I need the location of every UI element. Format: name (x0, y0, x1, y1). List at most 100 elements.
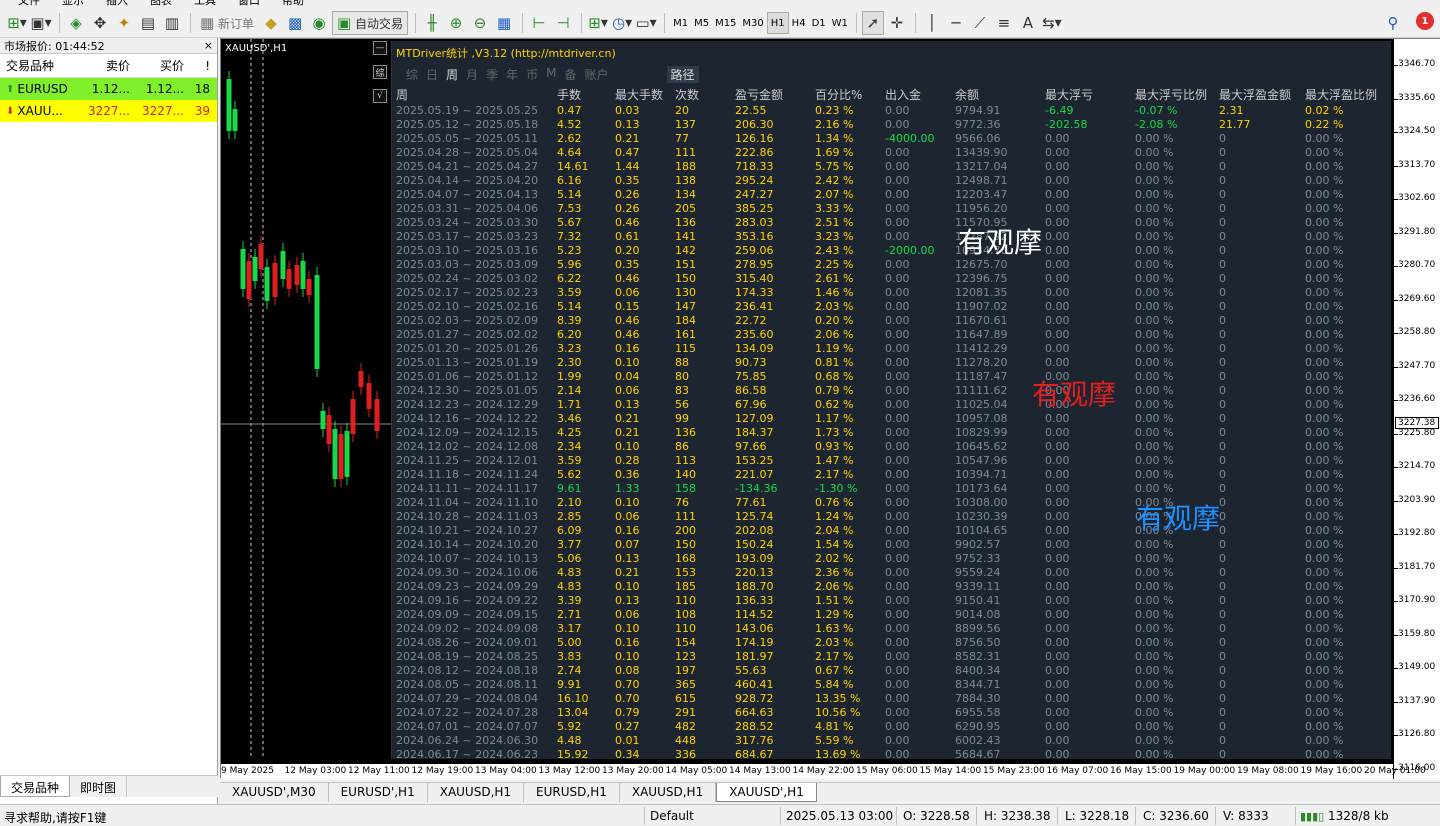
templates-icon[interactable]: ▭ ▾ (635, 11, 657, 35)
vertical-line-icon[interactable]: │ (921, 11, 943, 35)
timeframe-w1[interactable]: W1 (829, 12, 851, 34)
panel-summary-button[interactable]: 综 (373, 65, 387, 79)
chart-window[interactable]: XAUUSD',H1 — 综 √ MTDriver统计 ,V3.12 (http… (220, 38, 1440, 779)
shapes-icon[interactable]: ⇆ ▾ (1041, 11, 1063, 35)
stats-column-header[interactable]: 最大浮盈金额 (1219, 86, 1305, 103)
timeframe-m5[interactable]: M5 (691, 12, 712, 34)
tile-windows-icon[interactable]: ▦ (493, 11, 515, 35)
stats-column-header[interactable]: 最大浮盈比例 (1305, 86, 1391, 103)
chart-tab[interactable]: XAUUSD,H1 (428, 783, 525, 802)
bar-chart-icon[interactable]: ╫ (421, 11, 443, 35)
crosshair-icon[interactable]: ✛ (886, 11, 908, 35)
timeframe-d1[interactable]: D1 (809, 12, 829, 34)
stats-column-header[interactable]: 最大浮亏 (1045, 86, 1135, 103)
periods-icon[interactable]: ◷ ▾ (611, 11, 633, 35)
column-ask[interactable]: 买价 (134, 57, 188, 74)
column-symbol[interactable]: 交易品种 (0, 57, 80, 74)
column-spread[interactable]: ! (188, 59, 214, 73)
panel-tab[interactable]: 综 (406, 66, 418, 83)
stats-row: 2024.12.23 ~ 2024.12.29 1.71 0.13 56 67.96 0.… (396, 397, 1391, 411)
navigator-icon[interactable]: ✥ (89, 11, 111, 35)
chart-tab[interactable]: XAUUSD',M30 (220, 783, 329, 802)
trendline-icon[interactable]: ⟋ (969, 11, 991, 35)
horizontal-line-icon[interactable]: ─ (945, 11, 967, 35)
indicators-icon[interactable]: ⊞ ▾ (587, 11, 609, 35)
stats-column-header[interactable]: 出入金 (885, 86, 955, 103)
tab-tick-chart[interactable]: 即时图 (70, 776, 128, 797)
tester-icon[interactable]: ▥ (161, 11, 183, 35)
stats-cell: 0 (1219, 341, 1226, 355)
panel-tab[interactable]: 日 (426, 66, 438, 83)
market-watch-close-button[interactable]: × (204, 39, 213, 52)
new-chart-icon[interactable]: ⊞ ▾ (6, 11, 28, 35)
panel-tab[interactable]: 年 (506, 66, 518, 83)
status-profile[interactable]: Default (650, 809, 694, 823)
stats-cell: 174.33 (735, 285, 774, 299)
stats-cell: 0.00 (1045, 635, 1070, 649)
stats-cell: 291 (675, 705, 696, 719)
market-icon[interactable]: ◉ (308, 11, 330, 35)
notification-badge[interactable]: 1 (1416, 12, 1434, 30)
text-icon[interactable]: A (1017, 11, 1039, 35)
chart-tab[interactable]: XAUUSD',H1 (716, 783, 817, 802)
panel-check-button[interactable]: √ (373, 89, 387, 103)
panel-tab[interactable]: 月 (466, 66, 478, 83)
timeframe-h1[interactable]: H1 (766, 12, 789, 34)
stats-column-header[interactable]: 余额 (955, 86, 1045, 103)
stats-column-header[interactable]: 次数 (675, 86, 735, 103)
panel-minimize-button[interactable]: — (373, 41, 387, 55)
stats-cell: 5.84 % (815, 677, 854, 691)
metaeditor-icon[interactable]: ◆ (260, 11, 282, 35)
stats-column-header[interactable]: 最大手数 (615, 86, 675, 103)
stats-column-header[interactable]: 手数 (557, 86, 615, 103)
stats-cell: 20 (675, 103, 689, 117)
market-watch-row[interactable]: ⬆ EURUSD 1.12... 1.12... 18 (0, 78, 217, 100)
data-window-icon[interactable]: ✦ (113, 11, 135, 35)
panel-tab[interactable]: 账户 (584, 66, 608, 83)
timeframe-m30[interactable]: M30 (739, 12, 766, 34)
search-icon[interactable]: ⚲ (1382, 11, 1404, 35)
auto-trading-button[interactable]: ▣ 自动交易 (332, 11, 409, 35)
stats-column-header[interactable]: 周 (396, 86, 557, 103)
timeframe-h4[interactable]: H4 (789, 12, 809, 34)
chart-tab[interactable]: EURUSD',H1 (329, 783, 428, 802)
candlestick-area[interactable] (221, 39, 391, 763)
stats-cell: 2025.02.24 ~ 2025.03.02 (396, 271, 539, 285)
panel-tab[interactable]: 备 (564, 66, 576, 83)
market-watch-icon[interactable]: ◈ (65, 11, 87, 35)
panel-tab[interactable]: M (546, 66, 556, 83)
signals-icon[interactable]: ▩ (284, 11, 306, 35)
tab-symbols[interactable]: 交易品种 (0, 776, 71, 797)
chart-tab[interactable]: XAUUSD,H1 (620, 783, 717, 802)
panel-tab[interactable]: 周 (446, 66, 458, 83)
cursor-icon[interactable]: ➚ (861, 11, 884, 35)
stats-cell: 0.00 % (1305, 495, 1344, 509)
channel-icon[interactable]: ≡ (993, 11, 1015, 35)
zoom-out-icon[interactable]: ⊖ (469, 11, 491, 35)
stats-cell: 1.33 (615, 481, 640, 495)
stats-column-header[interactable]: 盈亏金额 (735, 86, 815, 103)
zoom-in-icon[interactable]: ⊕ (445, 11, 467, 35)
stats-cell: 0.00 % (1135, 593, 1174, 607)
new-order-button[interactable]: ▦ 新订单 (196, 11, 258, 35)
timeframe-m15[interactable]: M15 (712, 12, 739, 34)
price-axis[interactable]: 3346.70 3335.60 3324.50 3313.70 3302.60 3291.… (1393, 39, 1440, 779)
chart-shift-icon[interactable]: ⊢ (528, 11, 550, 35)
chart-tab[interactable]: EURUSD,H1 (524, 783, 620, 802)
profiles-icon[interactable]: ▣ ▾ (30, 11, 52, 35)
timeframe-m1[interactable]: M1 (670, 12, 691, 34)
market-watch-row[interactable]: ⬇ XAUU... 3227... 3227... 39 (0, 100, 217, 122)
terminal-icon[interactable]: ▤ (137, 11, 159, 35)
stats-row: 2025.02.24 ~ 2025.03.02 6.22 0.46 150 315.40… (396, 271, 1391, 285)
column-bid[interactable]: 卖价 (80, 57, 134, 74)
route-button[interactable]: 路径 (666, 66, 699, 83)
stats-column-header[interactable]: 最大浮亏比例 (1135, 86, 1219, 103)
stats-column-header[interactable]: 百分比% (815, 86, 885, 103)
stats-row: 2024.11.25 ~ 2024.12.01 3.59 0.28 113 153.25… (396, 453, 1391, 467)
time-axis[interactable]: 9 May 2025 12 May 03:00 12 May 11:00 12 May… (221, 763, 1426, 779)
market-watch-title: 市场报价: 01:44:52 (4, 39, 105, 53)
panel-tab[interactable]: 季 (486, 66, 498, 83)
autoscroll-icon[interactable]: ⊣ (552, 11, 574, 35)
panel-tab[interactable]: 币 (526, 66, 538, 83)
stats-cell: 11412.29 (955, 341, 1008, 355)
